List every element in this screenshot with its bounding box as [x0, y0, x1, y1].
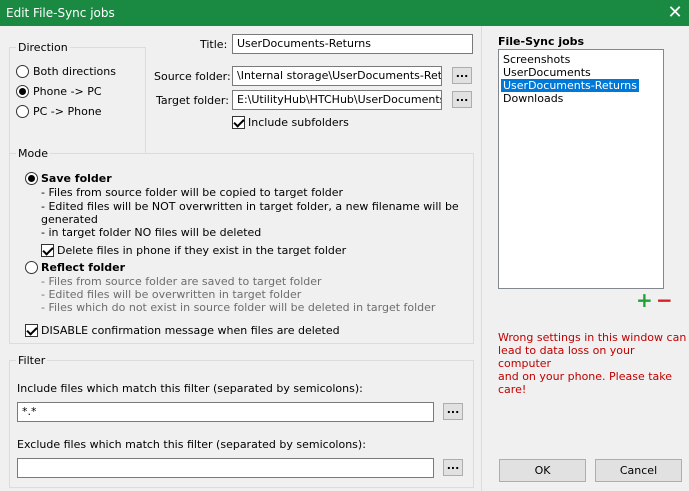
warning-line: lead to data loss on your computer	[498, 344, 635, 370]
jobs-list-item[interactable]: UserDocuments	[501, 66, 593, 79]
jobs-pane: File-Sync jobs Screenshots UserDocuments…	[481, 26, 689, 491]
exclude-filter-label: Exclude files which match this filter (s…	[17, 438, 366, 451]
source-folder-input[interactable]: \Internal storage\UserDocuments-Returns	[232, 66, 442, 86]
direction-option-phone-to-pc[interactable]: Phone -> PC	[16, 84, 136, 100]
title-label: Title:	[200, 38, 228, 51]
filter-legend: Filter	[16, 354, 48, 367]
source-folder-label: Source folder:	[154, 70, 231, 83]
jobs-list-item[interactable]: Screenshots	[501, 53, 572, 66]
cancel-button[interactable]: Cancel	[595, 459, 682, 482]
mode-legend: Mode	[16, 147, 50, 160]
direction-option-pc-to-phone[interactable]: PC -> Phone	[16, 104, 136, 120]
mode-reflect-option[interactable]: Reflect folder	[25, 260, 145, 276]
include-filter-input[interactable]: *.*	[17, 402, 434, 422]
plus-icon: +	[636, 288, 653, 312]
source-browse-button[interactable]: ...	[452, 67, 472, 84]
title-input[interactable]: UserDocuments-Returns	[232, 34, 473, 54]
jobs-listbox[interactable]: Screenshots UserDocuments UserDocuments-…	[498, 49, 664, 289]
window-title: Edit File-Sync jobs	[6, 6, 115, 20]
direction-option-label: PC -> Phone	[33, 105, 102, 118]
title-bar: Edit File-Sync jobs ✕	[0, 0, 689, 26]
reflect-folder-label: Reflect folder	[41, 261, 126, 274]
minus-icon: −	[656, 288, 673, 312]
radio-save-folder[interactable]	[25, 172, 38, 185]
direction-option-both[interactable]: Both directions	[16, 64, 136, 80]
target-folder-label: Target folder:	[156, 94, 229, 107]
direction-legend: Direction	[16, 41, 70, 54]
warning-line: and on your phone. Please take	[498, 370, 673, 383]
settings-pane: Direction Both directions Phone -> PC PC…	[0, 26, 480, 491]
direction-option-label: Both directions	[33, 65, 116, 78]
save-desc-line: generated	[41, 213, 98, 226]
direction-option-label: Phone -> PC	[33, 85, 102, 98]
save-desc-line: - Edited files will be NOT overwritten i…	[41, 200, 459, 213]
warning-line: care!	[498, 383, 527, 396]
add-job-button[interactable]: +	[636, 288, 653, 312]
disable-confirm-label: DISABLE confirmation message when files …	[41, 324, 340, 337]
radio-reflect-folder[interactable]	[25, 261, 38, 274]
warning-text: Wrong settings in this window can lead t…	[498, 331, 688, 396]
include-subfolders-label: Include subfolders	[248, 116, 349, 129]
save-folder-label: Save folder	[41, 172, 112, 185]
close-icon: ✕	[667, 2, 683, 23]
reflect-desc-line: - Files from source folder are saved to …	[41, 275, 322, 288]
reflect-desc-line: - Edited files will be overwritten in ta…	[41, 288, 302, 301]
save-desc-line: - in target folder NO files will be dele…	[41, 226, 262, 239]
disable-confirm-checkbox[interactable]: DISABLE confirmation message when files …	[25, 323, 340, 339]
jobs-list-item[interactable]: Downloads	[501, 92, 565, 105]
target-folder-input[interactable]: E:\UtilityHub\HTCHub\UserDocuments-Retur…	[232, 90, 442, 110]
include-filter-browse-button[interactable]: ...	[443, 403, 463, 420]
disable-confirm-box[interactable]	[25, 324, 38, 337]
warning-line: Wrong settings in this window can	[498, 331, 687, 344]
exclude-filter-browse-button[interactable]: ...	[443, 459, 463, 476]
delete-in-phone-box[interactable]	[41, 244, 54, 257]
close-button[interactable]: ✕	[664, 3, 686, 23]
radio-phone-to-pc[interactable]	[16, 85, 29, 98]
include-subfolders-box[interactable]	[232, 116, 245, 129]
target-browse-button[interactable]: ...	[452, 91, 472, 108]
jobs-list-item-selected[interactable]: UserDocuments-Returns	[501, 79, 639, 92]
radio-pc-to-phone[interactable]	[16, 105, 29, 118]
delete-in-phone-label: Delete files in phone if they exist in t…	[57, 244, 347, 257]
include-subfolders-checkbox[interactable]: Include subfolders	[232, 115, 362, 131]
ok-button[interactable]: OK	[499, 459, 586, 482]
delete-in-phone-checkbox[interactable]: Delete files in phone if they exist in t…	[41, 243, 346, 259]
radio-both[interactable]	[16, 65, 29, 78]
exclude-filter-input[interactable]	[17, 458, 434, 478]
mode-save-option[interactable]: Save folder	[25, 171, 145, 187]
save-desc-line: - Files from source folder will be copie…	[41, 186, 344, 199]
jobs-heading: File-Sync jobs	[498, 35, 585, 48]
remove-job-button[interactable]: −	[656, 288, 673, 312]
reflect-desc-line: - Files which do not exist in source fol…	[41, 301, 436, 314]
include-filter-label: Include files which match this filter (s…	[17, 382, 363, 395]
